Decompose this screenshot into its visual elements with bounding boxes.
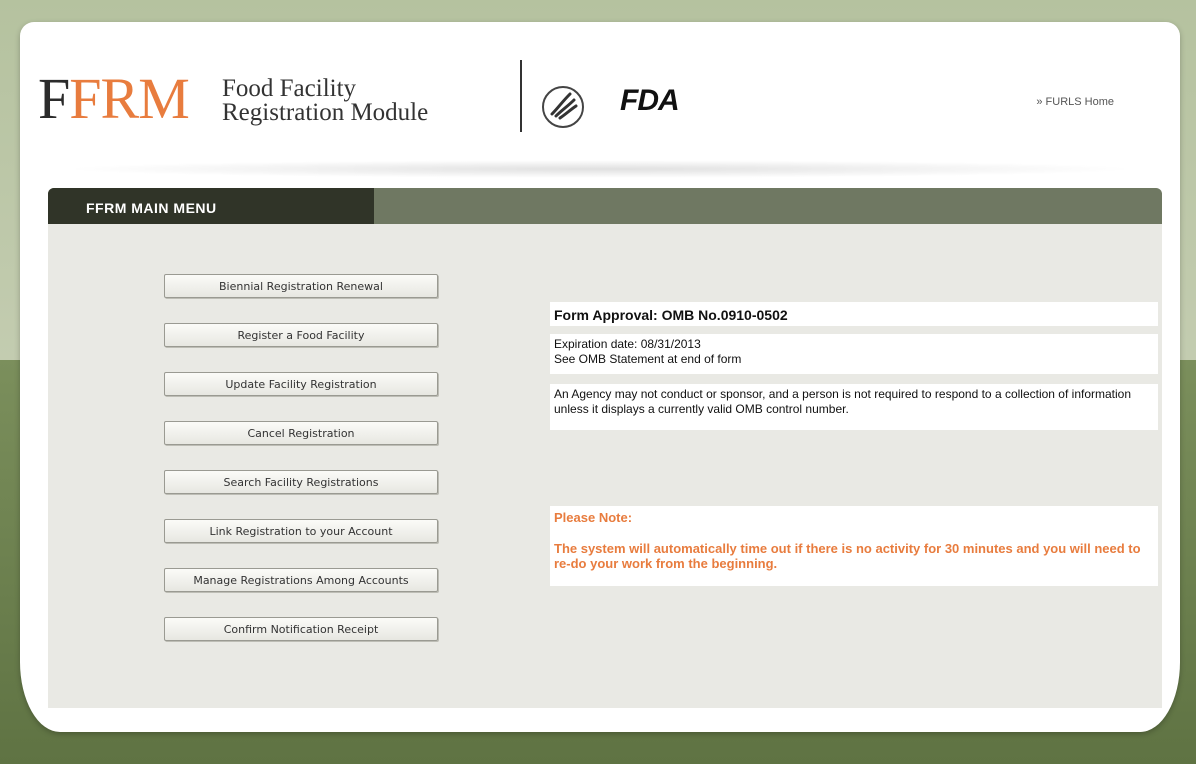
furls-home-link[interactable]: » FURLS Home — [1036, 96, 1114, 108]
main-card: FFRM Food Facility Registration Module F… — [20, 22, 1180, 732]
search-facility-registrations-button[interactable]: Search Facility Registrations — [164, 470, 438, 494]
manage-registrations-button[interactable]: Manage Registrations Among Accounts — [164, 568, 438, 592]
note-text: The system will automatically time out i… — [554, 541, 1141, 571]
expiration-date: Expiration date: 08/31/2013 — [554, 337, 701, 351]
logo-letters-frm: FRM — [69, 66, 190, 131]
logo-subtitle-line1: Food Facility — [222, 75, 357, 102]
form-approval: Form Approval: OMB No.0910-0502 — [550, 302, 1158, 326]
main-menu-panel: FFRM MAIN MENU Biennial Registration Ren… — [48, 188, 1162, 708]
register-food-facility-button[interactable]: Register a Food Facility — [164, 323, 438, 347]
cancel-registration-button[interactable]: Cancel Registration — [164, 421, 438, 445]
confirm-notification-receipt-button[interactable]: Confirm Notification Receipt — [164, 617, 438, 641]
timeout-note: Please Note: The system will automatical… — [550, 506, 1158, 586]
logo-letter-f: F — [38, 66, 70, 131]
link-registration-button[interactable]: Link Registration to your Account — [164, 519, 438, 543]
menu-title: FFRM MAIN MENU — [48, 188, 374, 224]
header-divider — [520, 60, 522, 132]
biennial-registration-renewal-button[interactable]: Biennial Registration Renewal — [164, 274, 438, 298]
menu-bar: FFRM MAIN MENU — [48, 188, 1162, 224]
header: FFRM Food Facility Registration Module F… — [20, 22, 1180, 178]
ffrm-logo: FFRM — [38, 70, 190, 128]
omb-statement-note: See OMB Statement at end of form — [554, 352, 742, 366]
update-facility-registration-button[interactable]: Update Facility Registration — [164, 372, 438, 396]
note-title: Please Note: — [554, 510, 633, 525]
logo-subtitle-line2: Registration Module — [222, 99, 429, 126]
header-shadow — [60, 160, 1140, 178]
hhs-eagle-icon — [540, 84, 586, 135]
logo-subtitle: Food Facility Registration Module — [222, 75, 429, 126]
expiration-info: Expiration date: 08/31/2013 See OMB Stat… — [550, 334, 1158, 374]
fda-logo: FDA — [620, 84, 680, 117]
agency-notice: An Agency may not conduct or sponsor, an… — [550, 384, 1158, 430]
